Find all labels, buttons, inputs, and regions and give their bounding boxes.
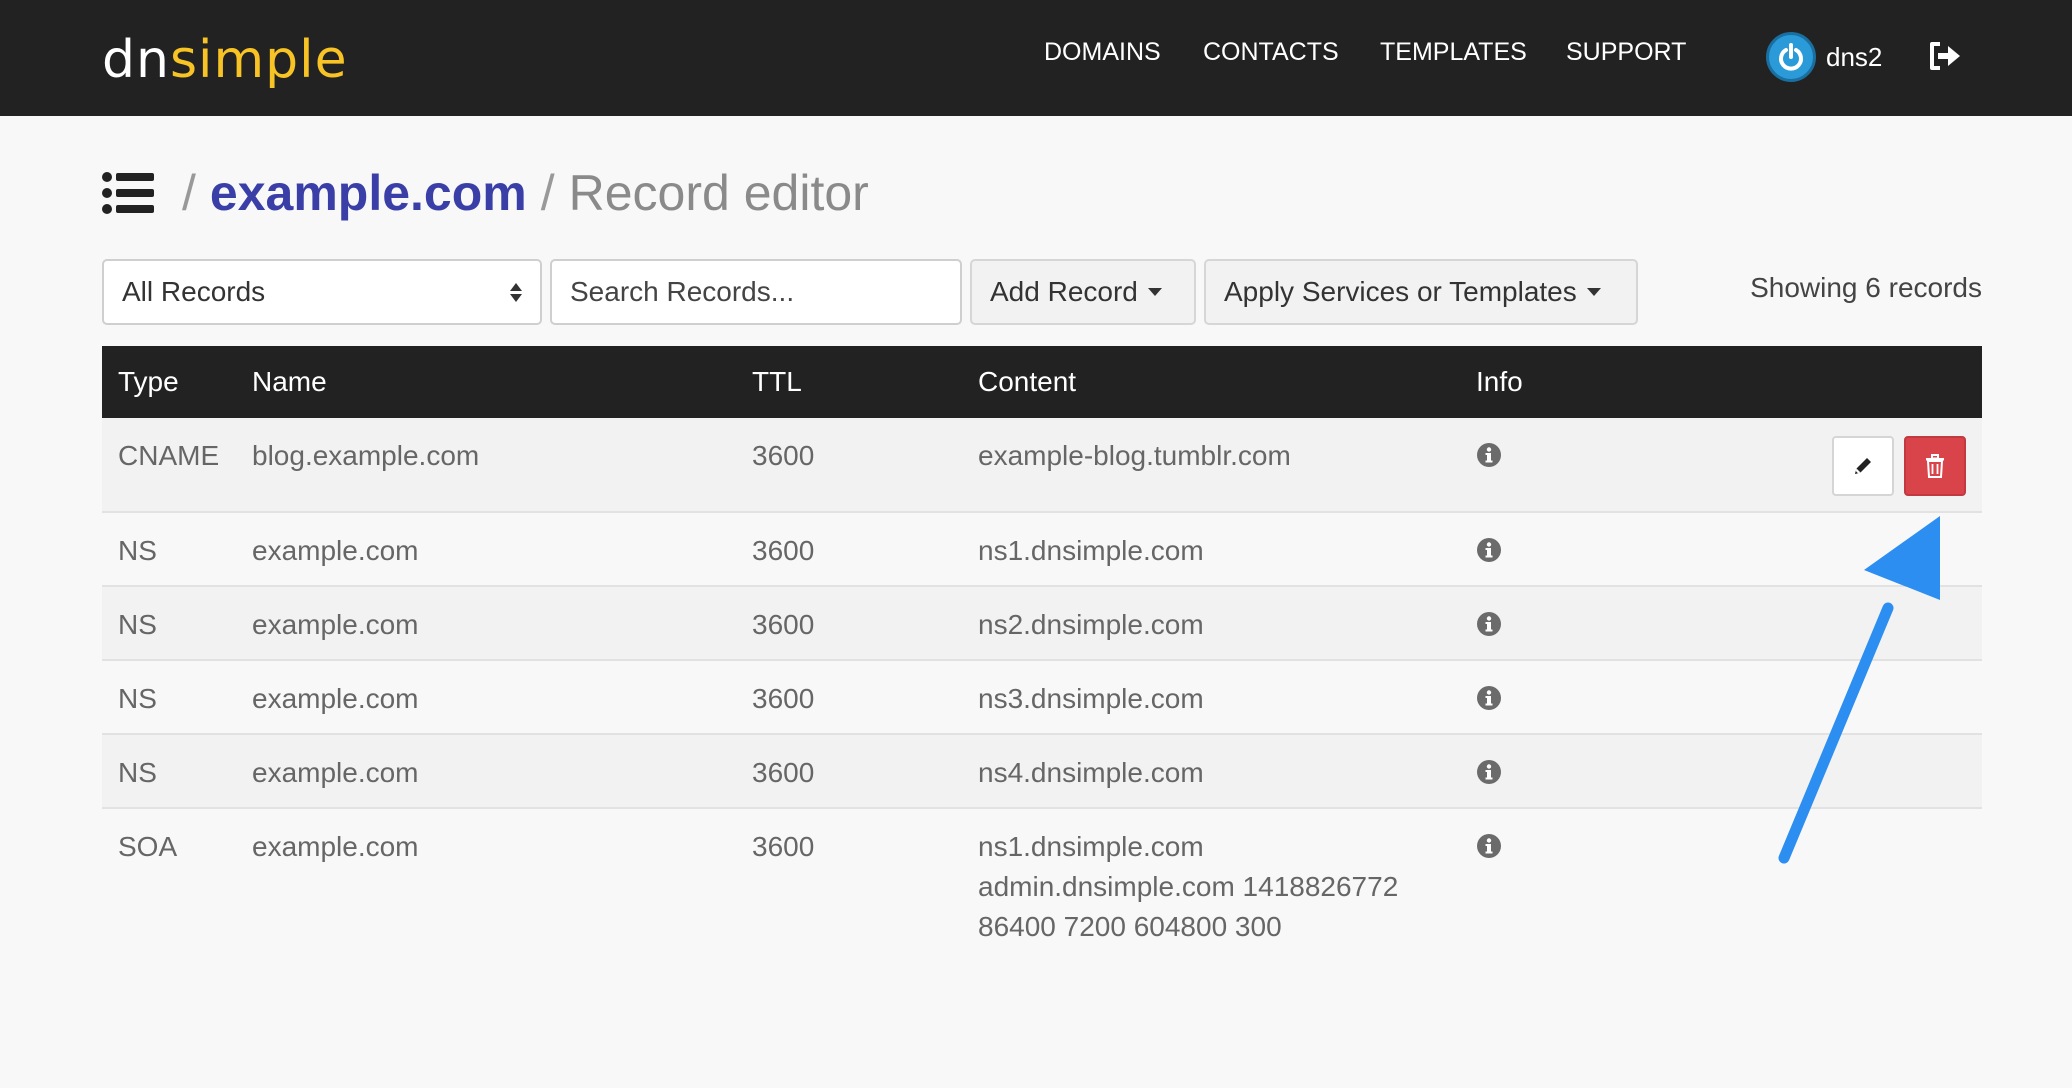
record-ttl: 3600 xyxy=(752,683,815,714)
breadcrumb-separator: / xyxy=(540,165,555,221)
record-content-line: example-blog.tumblr.com xyxy=(978,440,1291,471)
record-ttl: 3600 xyxy=(752,609,815,640)
record-content-line: admin.dnsimple.com 1418826772 xyxy=(978,871,1399,902)
pencil-icon xyxy=(1855,458,1871,474)
record-type-select-value: All Records xyxy=(122,276,266,307)
record-type: CNAME xyxy=(118,440,220,471)
header-info: Info xyxy=(1476,366,1523,397)
record-type: NS xyxy=(118,609,157,640)
record-content-line: ns4.dnsimple.com xyxy=(978,757,1204,788)
table-header: Type Name TTL Content Info xyxy=(102,346,1982,418)
record-type: NS xyxy=(118,535,157,566)
header-name: Name xyxy=(252,366,327,397)
record-type: NS xyxy=(118,757,157,788)
info-circle-icon[interactable] xyxy=(1476,759,1502,785)
info-circle-icon[interactable] xyxy=(1476,833,1502,859)
breadcrumb: / example.com / Record editor xyxy=(102,158,869,228)
search-placeholder: Search Records... xyxy=(570,276,795,307)
add-record-button[interactable]: Add Record xyxy=(970,259,1196,325)
nav-support[interactable]: SUPPORT xyxy=(1566,38,1686,67)
record-content: ns3.dnsimple.com xyxy=(978,679,1204,719)
logo-dn: dn xyxy=(102,30,170,90)
user-menu[interactable]: dns2 xyxy=(1766,32,1882,82)
record-content: ns1.dnsimple.com admin.dnsimple.com 1418… xyxy=(978,827,1398,947)
record-name: example.com xyxy=(252,831,419,862)
record-type: SOA xyxy=(118,831,178,862)
header-type: Type xyxy=(118,366,179,397)
search-records-input[interactable]: Search Records... xyxy=(550,259,962,325)
nav-templates[interactable]: TEMPLATES xyxy=(1380,38,1527,67)
table-row: CNAME blog.example.com 3600 example-blog… xyxy=(102,418,1982,513)
record-content-line: ns3.dnsimple.com xyxy=(978,683,1204,714)
record-name: blog.example.com xyxy=(252,440,480,471)
info-circle-icon[interactable] xyxy=(1476,442,1502,468)
info-circle-icon[interactable] xyxy=(1476,537,1502,563)
record-name: example.com xyxy=(252,757,419,788)
apply-label: Apply Services or Templates xyxy=(1224,276,1577,307)
record-ttl: 3600 xyxy=(752,831,815,862)
add-record-label: Add Record xyxy=(990,276,1138,307)
nav-contacts[interactable]: CONTACTS xyxy=(1203,38,1339,67)
caret-down-icon xyxy=(1147,288,1162,296)
record-content: ns1.dnsimple.com xyxy=(978,531,1204,571)
top-navbar: dnsimple DOMAINS CONTACTS TEMPLATES SUPP… xyxy=(0,0,2072,116)
table-row: NS example.com 3600 ns3.dnsimple.com xyxy=(102,661,1982,735)
record-content: example-blog.tumblr.com xyxy=(978,436,1291,476)
breadcrumb-domain-link[interactable]: example.com xyxy=(210,164,527,222)
dnsimple-logo[interactable]: dnsimple xyxy=(102,28,348,98)
record-content: ns2.dnsimple.com xyxy=(978,605,1204,645)
record-type: NS xyxy=(118,683,157,714)
username: dns2 xyxy=(1826,41,1883,72)
table-row: SOA example.com 3600 ns1.dnsimple.com ad… xyxy=(102,809,1982,959)
record-content: ns4.dnsimple.com xyxy=(978,753,1204,793)
table-row: NS example.com 3600 ns1.dnsimple.com xyxy=(102,513,1982,587)
record-count: Showing 6 records xyxy=(1750,272,1982,303)
header-ttl: TTL xyxy=(752,366,802,397)
nav-domains[interactable]: DOMAINS xyxy=(1044,38,1161,67)
record-name: example.com xyxy=(252,683,419,714)
row-actions xyxy=(1832,436,1966,496)
record-content-line: ns1.dnsimple.com xyxy=(978,831,1204,862)
record-ttl: 3600 xyxy=(752,757,815,788)
page-title: Record editor xyxy=(568,165,869,221)
delete-record-button[interactable] xyxy=(1904,436,1966,496)
record-ttl: 3600 xyxy=(752,440,815,471)
table-row: NS example.com 3600 ns2.dnsimple.com xyxy=(102,587,1982,661)
apply-services-templates-button[interactable]: Apply Services or Templates xyxy=(1204,259,1638,325)
edit-record-button[interactable] xyxy=(1832,436,1894,496)
caret-down-icon xyxy=(1586,288,1601,296)
select-arrows-icon xyxy=(510,282,522,302)
info-circle-icon[interactable] xyxy=(1476,611,1502,637)
info-circle-icon[interactable] xyxy=(1476,685,1502,711)
record-type-select[interactable]: All Records xyxy=(102,259,542,325)
table-row: NS example.com 3600 ns4.dnsimple.com xyxy=(102,735,1982,809)
record-content-line: 86400 7200 604800 300 xyxy=(978,911,1282,942)
record-content-line: ns2.dnsimple.com xyxy=(978,609,1204,640)
logo-simple: simple xyxy=(169,30,348,90)
record-content-line: ns1.dnsimple.com xyxy=(978,535,1204,566)
header-content: Content xyxy=(978,366,1077,397)
sign-out-icon[interactable] xyxy=(1926,38,1962,74)
record-name: example.com xyxy=(252,609,419,640)
record-name: example.com xyxy=(252,535,419,566)
list-icon[interactable] xyxy=(102,172,154,214)
trash-icon xyxy=(1926,454,1944,478)
record-ttl: 3600 xyxy=(752,535,815,566)
breadcrumb-separator: / xyxy=(182,165,196,221)
power-icon xyxy=(1766,32,1816,82)
records-table: Type Name TTL Content Info CNAME blog.ex… xyxy=(102,346,1982,959)
